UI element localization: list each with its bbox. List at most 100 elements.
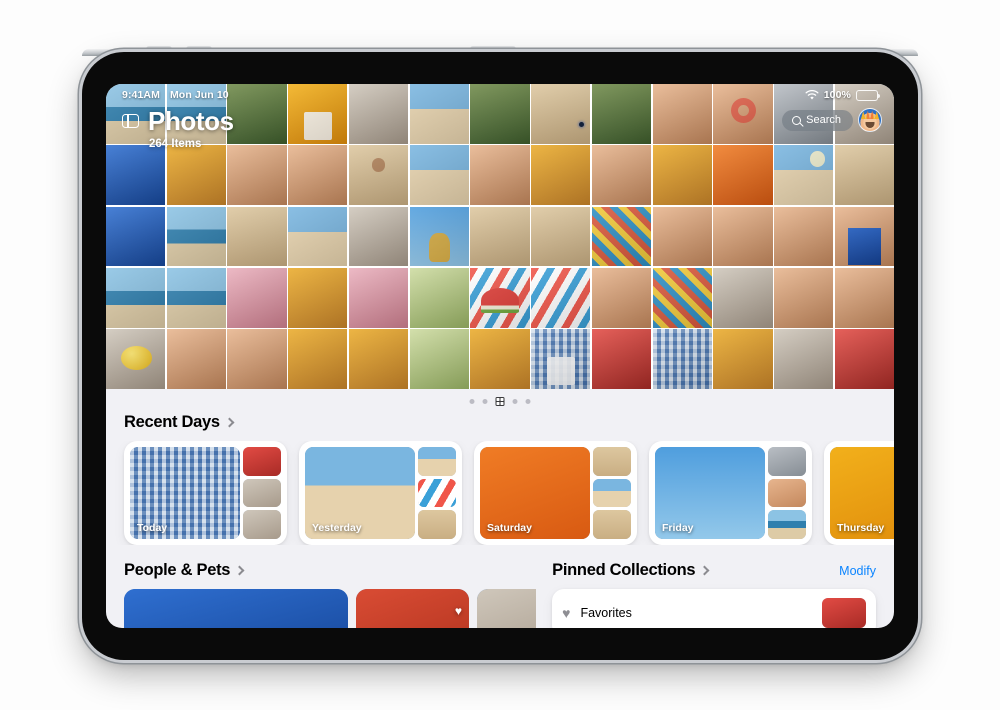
photo-thumbnail[interactable] <box>470 267 530 328</box>
recent-day-thumbnail[interactable] <box>768 478 806 508</box>
page-dot-1[interactable] <box>482 399 488 404</box>
people-pets-title-link[interactable]: People & Pets <box>124 561 245 580</box>
page-dot-4[interactable] <box>525 399 531 404</box>
person-card-3[interactable]: ♥ <box>477 589 537 628</box>
recent-day-card[interactable]: Today <box>124 441 287 545</box>
photo-thumbnail[interactable] <box>348 329 409 389</box>
photo-thumbnail[interactable] <box>470 145 530 206</box>
pinned-collections-title: Pinned Collections <box>552 561 696 579</box>
photo-thumbnail[interactable] <box>652 145 712 206</box>
chevron-right-icon <box>224 417 235 428</box>
photo-thumbnail[interactable] <box>531 206 591 267</box>
person-card-1[interactable] <box>124 589 348 628</box>
photo-thumbnail[interactable] <box>409 329 469 389</box>
recent-days-title-link[interactable]: Recent Days <box>124 413 235 432</box>
recent-day-thumbnails <box>593 447 631 540</box>
recent-day-thumbnail[interactable] <box>243 478 281 508</box>
photo-thumbnail[interactable] <box>409 267 469 328</box>
recent-day-label: Today <box>137 522 168 534</box>
photo-thumbnail[interactable] <box>774 329 834 389</box>
photo-thumbnail[interactable] <box>227 206 287 267</box>
photo-thumbnail[interactable] <box>591 267 652 328</box>
photo-thumbnail[interactable] <box>470 206 530 267</box>
photo-thumbnail[interactable] <box>166 206 226 267</box>
pinned-collections-list[interactable]: ♥ Favorites <box>552 589 876 628</box>
photo-thumbnail[interactable] <box>166 329 226 389</box>
recent-day-thumbnail[interactable] <box>243 447 281 476</box>
photo-thumbnail[interactable] <box>652 329 712 389</box>
person-card-2[interactable]: ♥ <box>356 589 469 628</box>
people-pets-title: People & Pets <box>124 561 231 579</box>
recent-day-thumbnail[interactable] <box>768 510 806 540</box>
photo-thumbnail[interactable] <box>713 267 773 328</box>
photo-thumbnail[interactable] <box>288 145 348 206</box>
grid-icon[interactable] <box>495 397 505 406</box>
photo-thumbnail[interactable] <box>834 206 894 267</box>
recent-day-card[interactable]: Saturday <box>474 441 637 545</box>
recent-day-card[interactable]: Thursday <box>824 441 894 545</box>
photo-thumbnail[interactable] <box>591 329 652 389</box>
photo-thumbnail[interactable] <box>227 145 287 206</box>
photo-thumbnail[interactable] <box>409 145 469 206</box>
photo-thumbnail[interactable] <box>106 267 166 328</box>
recent-days-row[interactable]: Today Yesterday Saturday Friday Thursday <box>106 441 894 545</box>
sidebar-toggle-icon[interactable] <box>122 114 139 128</box>
photo-thumbnail[interactable] <box>106 145 166 206</box>
photo-thumbnail[interactable] <box>531 145 591 206</box>
volume-up-button[interactable] <box>146 46 172 51</box>
modify-button[interactable]: Modify <box>839 564 876 578</box>
power-button[interactable] <box>470 46 516 51</box>
photo-thumbnail[interactable] <box>288 329 348 389</box>
photo-thumbnail[interactable] <box>713 329 773 389</box>
recent-day-thumbnail[interactable] <box>418 447 456 476</box>
volume-down-button[interactable] <box>186 46 212 51</box>
recent-day-card[interactable]: Friday <box>649 441 812 545</box>
recent-day-thumbnail[interactable] <box>593 510 631 540</box>
photo-thumbnail[interactable] <box>774 267 834 328</box>
photo-thumbnail[interactable] <box>834 329 894 389</box>
photo-thumbnail[interactable] <box>774 145 834 206</box>
photo-thumbnail[interactable] <box>834 145 894 206</box>
photo-thumbnail[interactable] <box>834 267 894 328</box>
photo-thumbnail[interactable] <box>348 267 409 328</box>
photo-thumbnail[interactable] <box>591 145 652 206</box>
recent-day-thumbnail[interactable] <box>593 478 631 508</box>
recent-days-header: Recent Days <box>106 413 894 432</box>
photo-thumbnail[interactable] <box>227 329 287 389</box>
photo-thumbnail[interactable] <box>713 145 773 206</box>
photo-thumbnail[interactable] <box>166 267 226 328</box>
photo-thumbnail[interactable] <box>288 267 348 328</box>
page-indicator[interactable] <box>469 397 531 406</box>
photo-thumbnail[interactable] <box>166 145 226 206</box>
photo-thumbnail[interactable] <box>470 329 530 389</box>
people-pets-row[interactable]: ♥♥♥ <box>124 589 537 628</box>
photo-thumbnail[interactable] <box>106 329 166 389</box>
page-dot-3[interactable] <box>512 399 518 404</box>
photo-thumbnail[interactable] <box>106 206 166 267</box>
recent-day-thumbnail[interactable] <box>418 510 456 540</box>
recent-day-label: Thursday <box>837 522 885 534</box>
pinned-collection-row[interactable]: ♥ Favorites <box>552 589 876 628</box>
photo-thumbnail[interactable] <box>652 206 712 267</box>
photo-thumbnail[interactable] <box>713 206 773 267</box>
photo-thumbnail[interactable] <box>652 267 712 328</box>
photo-thumbnail[interactable] <box>227 267 287 328</box>
status-date: Mon Jun 10 <box>169 89 229 101</box>
recent-day-thumbnail[interactable] <box>593 447 631 476</box>
photo-thumbnail[interactable] <box>348 206 409 267</box>
page-dot-0[interactable] <box>469 399 475 404</box>
avatar[interactable] <box>858 108 882 132</box>
photo-thumbnail[interactable] <box>774 206 834 267</box>
pinned-collections-title-link[interactable]: Pinned Collections <box>552 561 710 580</box>
photo-thumbnail[interactable] <box>591 206 652 267</box>
search-button[interactable]: Search <box>782 109 853 131</box>
photo-thumbnail[interactable] <box>409 206 469 267</box>
photo-thumbnail[interactable] <box>531 329 591 389</box>
recent-day-thumbnail[interactable] <box>768 447 806 476</box>
photo-thumbnail[interactable] <box>288 206 348 267</box>
photo-thumbnail[interactable] <box>531 267 591 328</box>
recent-day-thumbnail[interactable] <box>243 510 281 540</box>
recent-day-card[interactable]: Yesterday <box>299 441 462 545</box>
recent-day-thumbnail[interactable] <box>418 478 456 508</box>
photo-thumbnail[interactable] <box>348 145 409 206</box>
